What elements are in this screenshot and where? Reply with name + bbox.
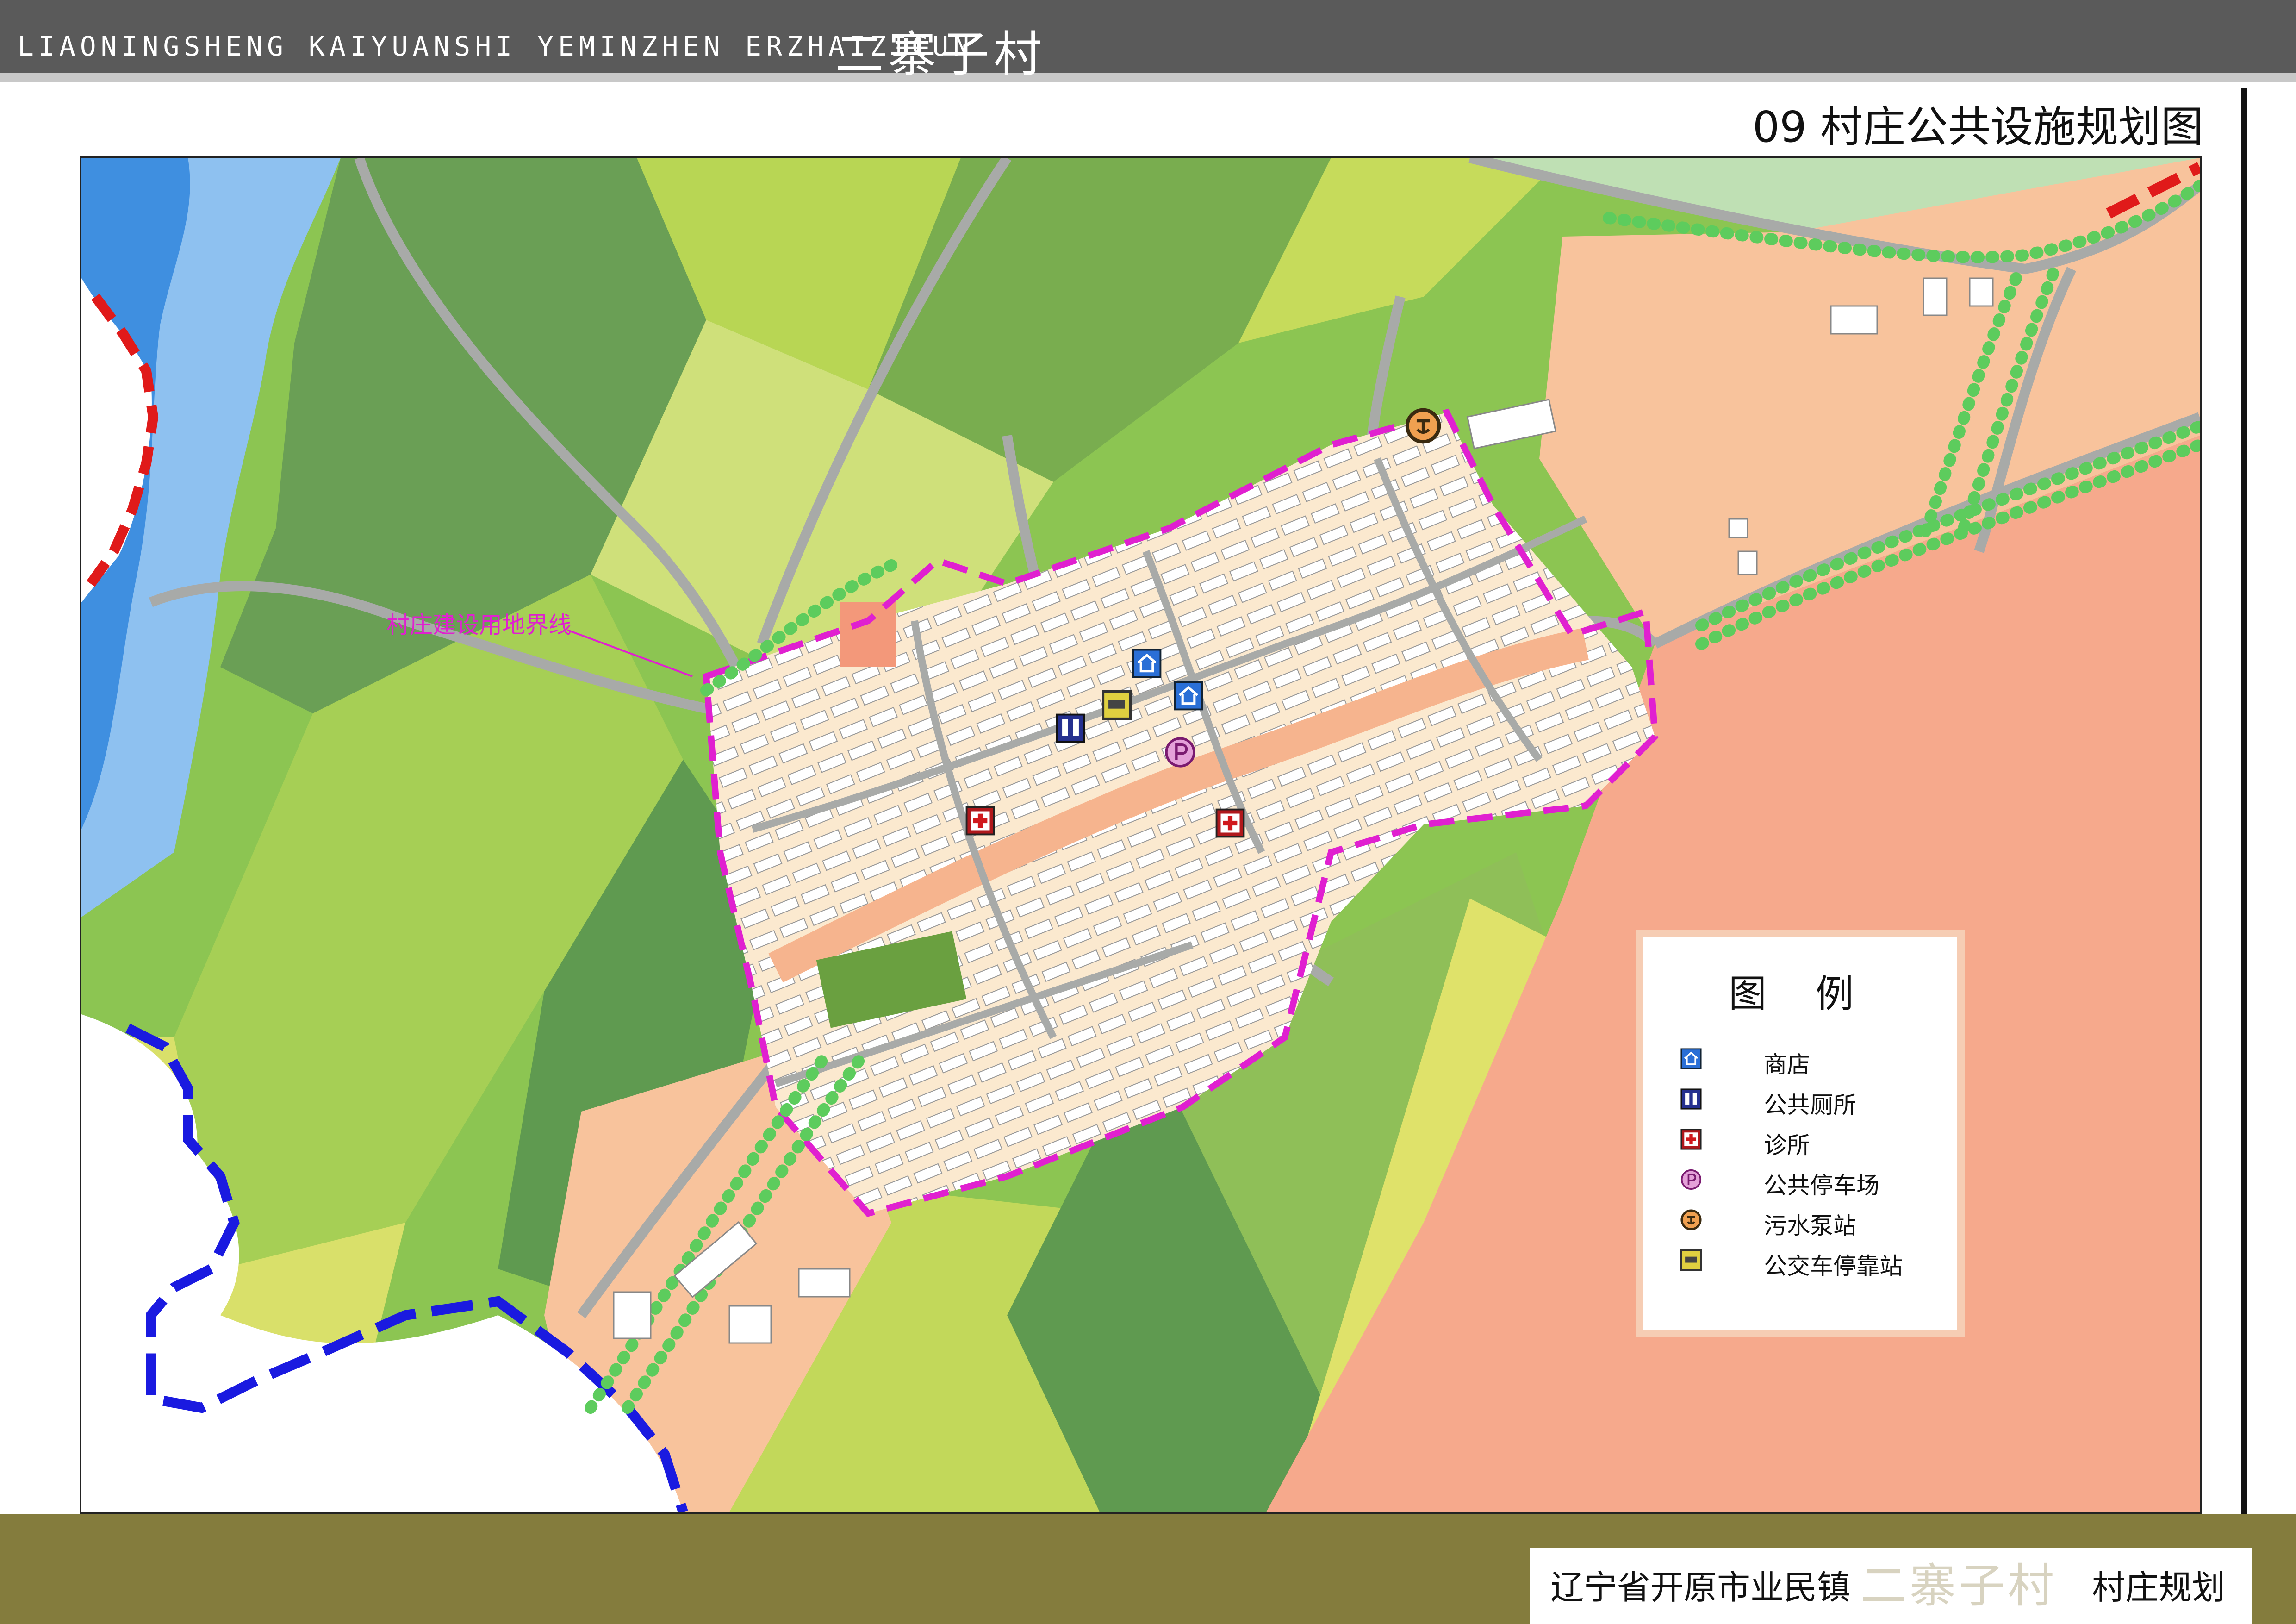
legend-item-label: 公共厕所 xyxy=(1764,1092,1856,1118)
header-latin-title: LIAONINGSHENG KAIYUANSHI YEMINZHEN ERZHA… xyxy=(18,31,974,62)
boundary-label: 村庄建设用地界线 xyxy=(386,612,572,638)
legend-item-label: 诊所 xyxy=(1764,1132,1810,1159)
header-divider xyxy=(0,73,2296,82)
legend-item-bus-stop: 公交车停靠站 xyxy=(1680,1248,1940,1280)
legend-item-label: 公交车停靠站 xyxy=(1764,1253,1903,1280)
public-building xyxy=(840,602,896,667)
bus-stop-icon xyxy=(1680,1249,1702,1271)
toilet-icon xyxy=(1680,1088,1702,1110)
toilet-icon[interactable] xyxy=(1056,713,1085,743)
footer-village-name: 二寨子村 xyxy=(1860,1559,2057,1613)
parking-icon xyxy=(1680,1169,1702,1190)
legend-panel: 图 例 商店 公共厕所 诊所 公共停车场 污水泵站 公交车停靠站 xyxy=(1636,930,1965,1337)
parking-icon[interactable] xyxy=(1166,738,1194,766)
sheet-title: 09 村庄公共设施规划图 xyxy=(1752,102,2203,152)
clinic-icon[interactable] xyxy=(1215,808,1245,838)
legend-item-clinic: 诊所 xyxy=(1680,1127,1940,1159)
legend-item-label: 污水泵站 xyxy=(1764,1212,1856,1239)
pump-station-icon[interactable] xyxy=(1407,410,1439,442)
legend-item-shop: 商店 xyxy=(1680,1046,1940,1078)
bus-stop-icon[interactable] xyxy=(1103,692,1131,719)
pump-station-icon xyxy=(1680,1209,1702,1230)
legend-item-parking: 公共停车场 xyxy=(1680,1167,1940,1199)
legend-title: 图 例 xyxy=(1728,972,1873,1016)
clinic-icon[interactable] xyxy=(965,806,995,836)
footer-location: 辽宁省开原市业民镇 xyxy=(1550,1568,1851,1607)
right-rule xyxy=(2241,88,2247,1624)
legend-item-label: 公共停车场 xyxy=(1764,1172,1879,1199)
legend-item-label: 商店 xyxy=(1764,1051,1810,1078)
header-village-name: 二寨子村 xyxy=(835,26,1047,82)
footer-plan-type: 村庄规划 xyxy=(2092,1568,2226,1607)
shop-icon[interactable] xyxy=(1133,650,1161,677)
shop-icon[interactable] xyxy=(1175,682,1202,710)
clinic-icon xyxy=(1680,1129,1702,1150)
legend-item-pump-station: 污水泵站 xyxy=(1680,1207,1940,1239)
legend-item-toilet: 公共厕所 xyxy=(1680,1087,1940,1118)
shop-icon xyxy=(1680,1048,1702,1069)
